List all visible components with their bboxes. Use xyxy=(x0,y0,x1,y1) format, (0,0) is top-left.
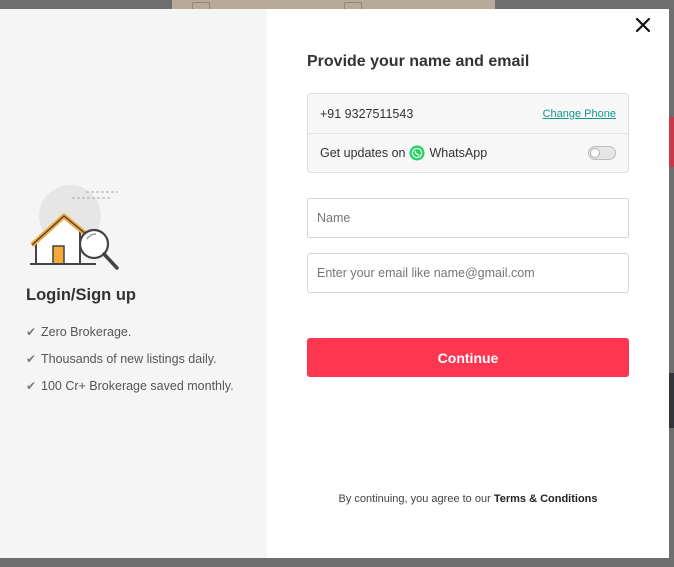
phone-number: +91 9327511543 xyxy=(320,106,414,121)
terms-notice: By continuing, you agree to our Terms & … xyxy=(307,493,629,505)
form-heading: Provide your name and email xyxy=(307,53,530,70)
whatsapp-label: Get updates on WhatsApp xyxy=(320,145,487,161)
benefit-item: ✔ Thousands of new listings daily. xyxy=(26,345,234,372)
whatsapp-updates-row: Get updates on WhatsApp xyxy=(308,134,628,172)
benefits-list: ✔ Zero Brokerage. ✔ Thousands of new lis… xyxy=(26,318,234,399)
background-dark-tab xyxy=(669,373,674,428)
terms-prefix: By continuing, you agree to our xyxy=(338,493,491,505)
continue-button[interactable]: Continue xyxy=(307,338,629,377)
login-signup-title: Login/Sign up xyxy=(26,286,136,304)
phone-row: +91 9327511543 Change Phone xyxy=(308,94,628,134)
email-input[interactable] xyxy=(307,253,629,293)
benefit-text: Zero Brokerage. xyxy=(41,324,132,339)
whatsapp-label-brand: WhatsApp xyxy=(429,146,488,160)
benefit-text: Thousands of new listings daily. xyxy=(41,351,217,366)
close-icon[interactable] xyxy=(634,16,652,34)
benefit-item: ✔ Zero Brokerage. xyxy=(26,318,234,345)
toggle-knob xyxy=(590,148,600,158)
benefit-text: 100 Cr+ Brokerage saved monthly. xyxy=(41,378,234,393)
whatsapp-toggle[interactable] xyxy=(588,146,616,160)
whatsapp-icon xyxy=(409,145,425,161)
background-red-tab xyxy=(669,117,674,167)
whatsapp-label-prefix: Get updates on xyxy=(320,146,406,160)
phone-info-box: +91 9327511543 Change Phone Get updates … xyxy=(307,93,629,173)
check-icon: ✔ xyxy=(26,324,37,339)
terms-conditions-link[interactable]: Terms & Conditions xyxy=(494,493,598,505)
house-search-illustration-icon xyxy=(30,185,119,270)
change-phone-link[interactable]: Change Phone xyxy=(543,108,616,120)
benefit-item: ✔ 100 Cr+ Brokerage saved monthly. xyxy=(26,372,234,399)
check-icon: ✔ xyxy=(26,378,37,393)
modal-left-panel: Login/Sign up ✔ Zero Brokerage. ✔ Thousa… xyxy=(0,9,267,558)
check-icon: ✔ xyxy=(26,351,37,366)
name-input[interactable] xyxy=(307,198,629,238)
